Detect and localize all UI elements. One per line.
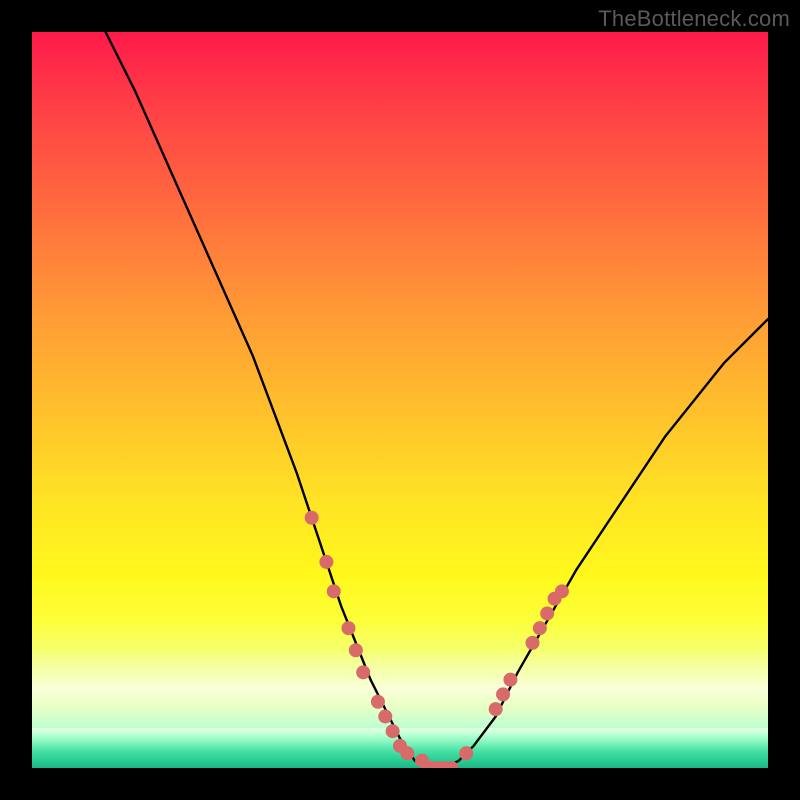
marker-dot — [496, 687, 510, 701]
bottleneck-curve — [106, 32, 768, 768]
marker-dot — [548, 592, 562, 606]
marker-dot — [503, 673, 517, 687]
marker-dot — [371, 695, 385, 709]
marker-dot — [319, 555, 333, 569]
marker-dot — [415, 754, 429, 768]
marker-dot — [525, 636, 539, 650]
marker-dot — [430, 761, 444, 768]
marker-dot — [437, 761, 451, 768]
marker-dot — [445, 761, 459, 768]
chart-svg — [32, 32, 768, 768]
marker-group — [305, 511, 569, 768]
chart-frame: TheBottleneck.com — [0, 0, 800, 800]
bottom-gradient-stripes — [32, 728, 768, 768]
marker-dot — [400, 746, 414, 760]
plot-area — [32, 32, 768, 768]
marker-dot — [341, 621, 355, 635]
marker-dot — [378, 709, 392, 723]
watermark-text: TheBottleneck.com — [598, 6, 790, 32]
marker-dot — [459, 746, 473, 760]
marker-dot — [327, 584, 341, 598]
marker-dot — [540, 606, 554, 620]
highlight-band — [32, 650, 768, 720]
marker-dot — [422, 761, 436, 768]
marker-dot — [305, 511, 319, 525]
marker-dot — [349, 643, 363, 657]
marker-dot — [356, 665, 370, 679]
marker-dot — [533, 621, 547, 635]
marker-dot — [555, 584, 569, 598]
marker-dot — [386, 724, 400, 738]
marker-dot — [393, 739, 407, 753]
marker-dot — [489, 702, 503, 716]
